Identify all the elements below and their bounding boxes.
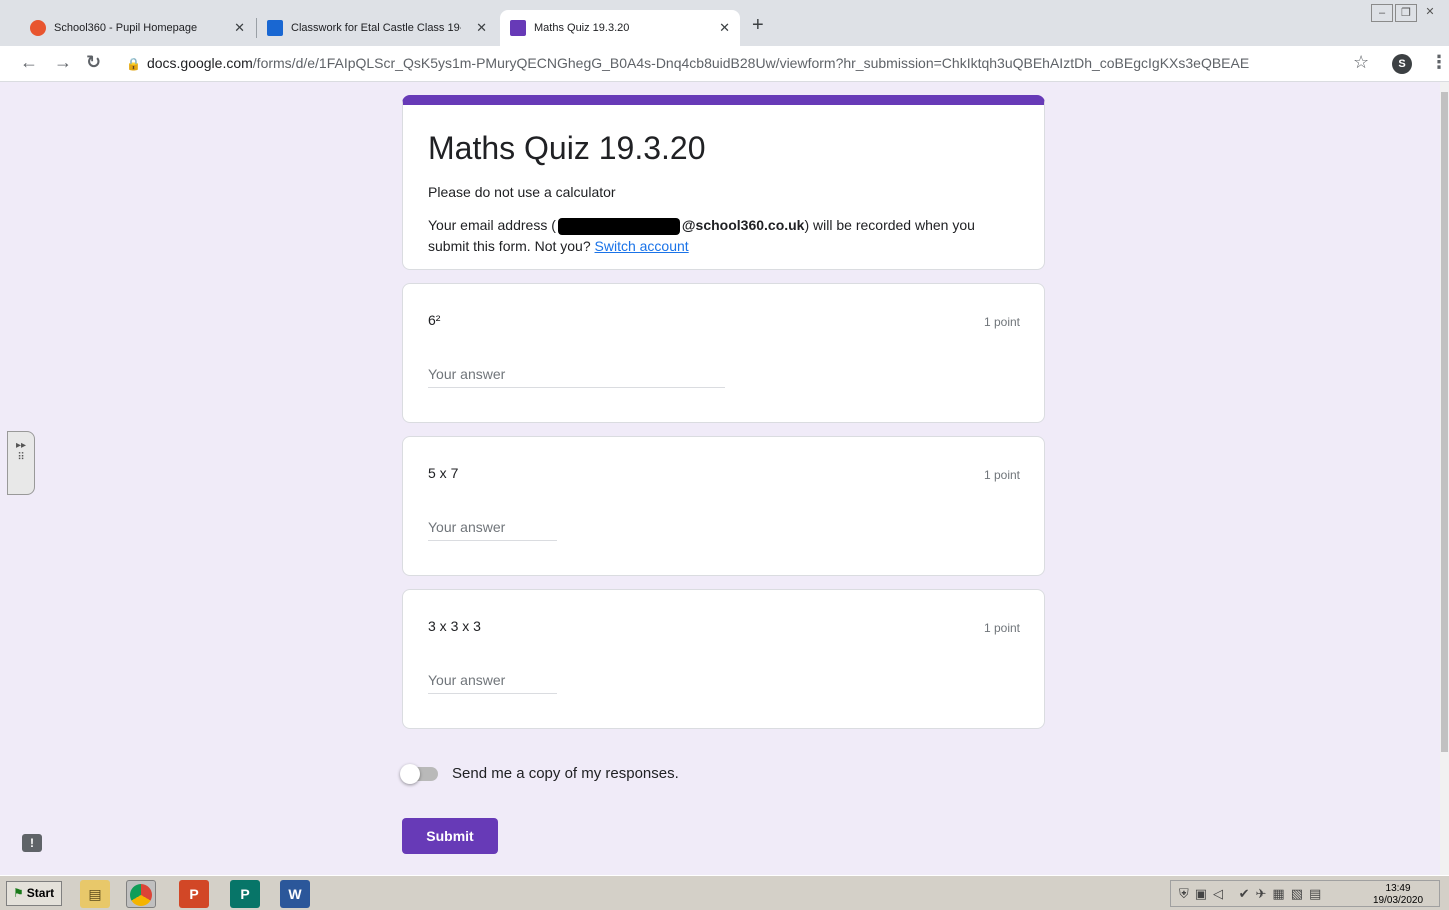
reload-icon[interactable]: ↻	[86, 52, 101, 73]
question-card: 5 x 7 1 point Your answer	[402, 436, 1045, 576]
send-copy-toggle[interactable]	[400, 763, 438, 784]
windows-flag-icon: ⚑	[13, 886, 24, 900]
question-points: 1 point	[983, 621, 1020, 635]
send-copy-label: Send me a copy of my responses.	[452, 765, 679, 782]
email-notice: Your email address (@school360.co.uk) wi…	[428, 215, 1008, 257]
address-bar: ← → ↻ 🔒 docs.google.com/forms/d/e/1FAIpQL…	[0, 46, 1449, 82]
close-icon[interactable]: ✕	[476, 20, 487, 36]
system-tray: ⛨▣◁ ✔✈▦▧▤ 13:49 19/03/2020	[1170, 880, 1440, 907]
question-card: 6² 1 point Your answer	[402, 283, 1045, 423]
tab-title: Classwork for Etal Castle Class 19-20	[291, 22, 461, 34]
email-domain: @school360.co.uk	[681, 217, 805, 233]
page-scrollbar[interactable]	[1440, 82, 1449, 875]
close-icon[interactable]: ✕	[719, 20, 730, 36]
submit-button[interactable]: Submit	[402, 818, 498, 854]
answer-input[interactable]: Your answer	[428, 672, 557, 694]
back-icon[interactable]: ←	[20, 52, 38, 73]
forward-icon[interactable]: →	[54, 52, 72, 73]
form-header-card: Maths Quiz 19.3.20 Please do not use a c…	[402, 95, 1045, 270]
url-host: docs.google.com	[146, 55, 253, 71]
answer-input[interactable]: Your answer	[428, 366, 725, 388]
maximize-icon[interactable]: ❐	[1395, 4, 1417, 22]
clock-time: 13:49	[1385, 883, 1411, 894]
close-window-icon[interactable]: ✕	[1419, 4, 1441, 22]
word-icon[interactable]: W	[280, 880, 310, 908]
side-panel-handle[interactable]: ▸▸ ⠿	[7, 431, 35, 495]
form-description: Please do not use a calculator	[428, 184, 616, 200]
question-text: 5 x 7	[428, 465, 459, 481]
publisher-icon[interactable]: P	[230, 880, 260, 908]
question-text: 3 x 3 x 3	[428, 618, 481, 634]
profile-avatar[interactable]: S	[1392, 54, 1412, 74]
forms-favicon-icon	[510, 20, 526, 36]
file-explorer-icon[interactable]: ▤	[80, 880, 110, 908]
tab-title: Maths Quiz 19.3.20	[534, 22, 630, 34]
new-tab-icon[interactable]: +	[752, 14, 764, 37]
send-copy-row: Send me a copy of my responses.	[400, 763, 679, 784]
tab-maths-quiz[interactable]: Maths Quiz 19.3.20 ✕	[500, 10, 740, 46]
start-label: Start	[26, 886, 55, 900]
powerpoint-icon[interactable]: P	[179, 880, 209, 908]
close-icon[interactable]: ✕	[234, 20, 245, 36]
url-path: /forms/d/e/1FAIpQLScr_QsK5ys1m-PMuryQECN…	[252, 55, 1250, 71]
school360-favicon-icon	[30, 20, 46, 36]
switch-account-link[interactable]: Switch account	[595, 238, 689, 254]
toggle-knob	[400, 763, 420, 784]
form-title: Maths Quiz 19.3.20	[428, 130, 706, 166]
form-viewport: Maths Quiz 19.3.20 Please do not use a c…	[0, 82, 1440, 875]
scrollbar-thumb[interactable]	[1441, 92, 1448, 752]
clock-date: 19/03/2020	[1373, 895, 1424, 906]
question-text: 6²	[428, 312, 441, 328]
window-controls: – ❐ ✕	[1371, 4, 1441, 22]
start-button[interactable]: ⚑ Start	[6, 881, 62, 906]
tab-classwork[interactable]: Classwork for Etal Castle Class 19-20 ✕	[257, 10, 497, 46]
tray-icons[interactable]: ⛨▣◁ ✔✈▦▧▤	[1179, 886, 1327, 902]
lock-icon: 🔒	[126, 57, 141, 71]
tab-title: School360 - Pupil Homepage	[54, 22, 198, 34]
redacted-email	[557, 217, 680, 235]
bookmark-star-icon[interactable]: ☆	[1353, 52, 1369, 73]
minimize-icon[interactable]: –	[1371, 4, 1393, 22]
email-prefix: Your email address (	[428, 217, 556, 233]
menu-kebab-icon[interactable]: ⋮	[1430, 52, 1448, 73]
clock[interactable]: 13:49 19/03/2020	[1373, 883, 1423, 907]
question-points: 1 point	[983, 468, 1020, 482]
answer-input[interactable]: Your answer	[428, 519, 557, 541]
question-points: 1 point	[983, 315, 1020, 329]
classroom-favicon-icon	[267, 20, 283, 36]
tab-bar: School360 - Pupil Homepage ✕ Classwork f…	[0, 0, 1449, 46]
feedback-icon[interactable]: !	[22, 834, 42, 852]
url-field[interactable]: 🔒 docs.google.com/forms/d/e/1FAIpQLScr_Qs…	[126, 55, 1249, 71]
windows-taskbar: ⚑ Start ▤ P P W ⛨▣◁ ✔✈▦▧▤ 13:49 19/03/202…	[0, 875, 1449, 910]
question-card: 3 x 3 x 3 1 point Your answer	[402, 589, 1045, 729]
tab-school360[interactable]: School360 - Pupil Homepage ✕	[20, 10, 255, 46]
chrome-icon[interactable]	[126, 880, 156, 908]
